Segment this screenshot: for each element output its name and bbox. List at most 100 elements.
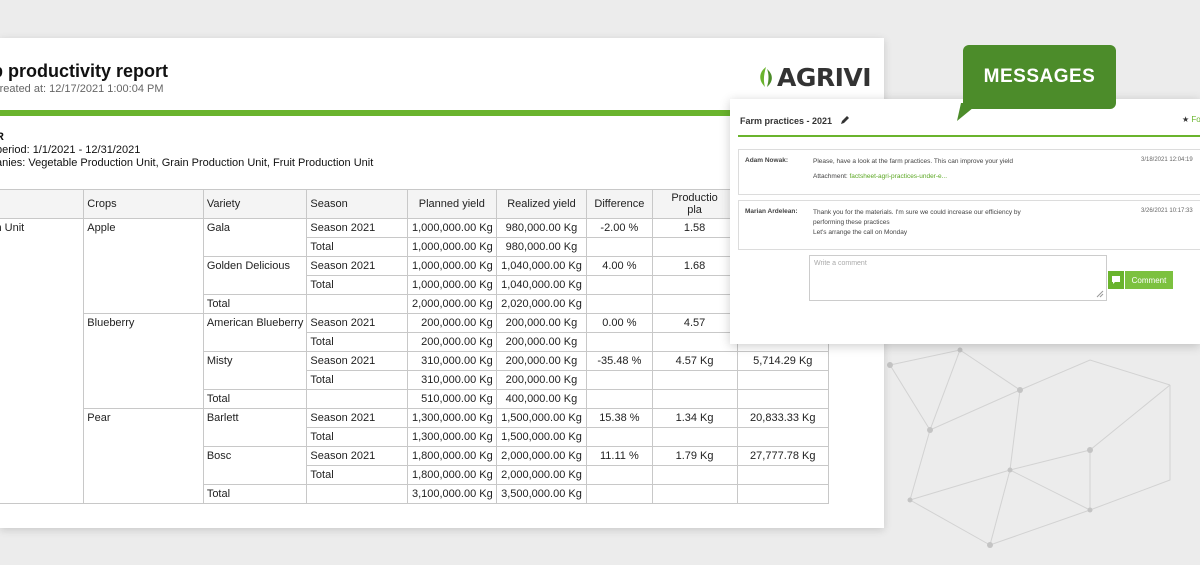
comment-input[interactable]: Write a comment	[809, 255, 1107, 301]
cell-crop-apple: Apple	[83, 218, 204, 314]
table-header-row: any Crops Variety Season Planned yield R…	[0, 189, 830, 219]
cell-productivity	[651, 237, 738, 257]
meta-line: R	[0, 131, 373, 144]
cell-season: Season 2021	[306, 408, 408, 428]
attachment-label: Attachment:	[813, 173, 848, 180]
network-pattern-decoration	[887, 347, 1171, 548]
cell-planned: 1,800,000.00 Kg	[406, 446, 497, 466]
pencil-icon[interactable]	[840, 115, 850, 125]
logo-text: AGRIVI	[777, 62, 872, 92]
cell-difference: 11.11 %	[586, 446, 653, 466]
table-row: Blueberry American Blueberry Season 2021…	[0, 313, 830, 409]
col-productivity-line2: pla	[687, 204, 702, 216]
cell-realized: 1,040,000.00 Kg	[495, 256, 588, 276]
cell-realized: 200,000.00 Kg	[495, 313, 588, 333]
cell-season: Season 2021	[306, 256, 408, 276]
cell-realized: 200,000.00 Kg	[495, 370, 588, 390]
attachment-link[interactable]: factsheet-agri-practices-under-e...	[850, 173, 948, 180]
cell-realized: 980,000.00 Kg	[495, 237, 588, 257]
messages-header-title: Farm practices - 2021	[740, 116, 833, 126]
follow-toggle[interactable]: ★ Fo	[1182, 115, 1200, 124]
cell-planned: 510,000.00 Kg	[406, 389, 497, 409]
productivity-table: any Crops Variety Season Planned yield R…	[0, 189, 830, 504]
cell-difference	[586, 332, 653, 352]
cell-season: Season 2021	[306, 313, 408, 333]
cell-season: Total	[306, 465, 408, 485]
cell-productivity: 1.79 Kg	[651, 446, 738, 466]
cell-planned: 1,000,000.00 Kg	[406, 237, 497, 257]
message-item: Adam Nowak: Please, have a look at the f…	[738, 149, 1200, 195]
cell-difference	[586, 370, 653, 390]
cell-difference: -35.48 %	[586, 351, 653, 371]
cell-planned: 1,800,000.00 Kg	[406, 465, 497, 485]
message-item: Marian Ardelean: Thank you for the mater…	[738, 200, 1200, 250]
cell-season	[306, 484, 408, 504]
cell-productivity: 4.57 Kg	[651, 351, 738, 371]
cell-season: Total	[306, 275, 408, 295]
cell-variety: American Blueberry	[202, 313, 308, 352]
cell-difference	[586, 237, 653, 257]
cell-crop-blueberry: Blueberry	[83, 313, 204, 409]
cell-realized: 980,000.00 Kg	[495, 218, 588, 238]
meta-period: period: 1/1/2021 - 12/31/2021	[0, 144, 141, 156]
cell-realized: 2,000,000.00 Kg	[495, 446, 588, 466]
table-row: Pear Barlett Season 2021 1,300,000.00 Kg…	[0, 408, 830, 504]
message-text-line: Let's arrange the call on Monday	[813, 229, 908, 236]
cell-season	[306, 389, 408, 409]
messages-panel: Farm practices - 2021 ★ Fo Adam Nowak: P…	[730, 99, 1200, 344]
message-timestamp: 3/26/2021 10:17:33	[1141, 208, 1193, 214]
cell-realized: 3,500,000.00 Kg	[495, 484, 588, 504]
cell-productivity: 1.34 Kg	[651, 408, 738, 428]
cell-productivity: 4.57	[651, 313, 738, 333]
cell-difference	[586, 484, 653, 504]
cell-variety-total: Total	[202, 484, 308, 504]
cell-difference	[586, 389, 653, 409]
chat-bubble-icon	[1108, 271, 1124, 289]
cell-variety: Barlett	[202, 408, 308, 447]
message-attachment: Attachment: factsheet-agri-practices-und…	[813, 173, 947, 180]
cell-crop-pear: Pear	[83, 408, 204, 504]
comment-placeholder: Write a comment	[814, 260, 867, 267]
cell-variety: Gala	[202, 218, 308, 257]
cell-productivity	[651, 389, 738, 409]
cell-difference	[586, 427, 653, 447]
messages-divider	[738, 135, 1200, 137]
cell-difference: -2.00 %	[586, 218, 653, 238]
message-text: Please, have a look at the farm practice…	[813, 158, 1014, 165]
col-crops: Crops	[83, 189, 204, 219]
messages-tag: MESSAGES	[957, 45, 1116, 121]
col-difference: Difference	[586, 189, 653, 219]
speech-tail-icon	[957, 103, 979, 121]
col-realized-yield: Realized yield	[495, 189, 588, 219]
messages-header: Farm practices - 2021	[740, 115, 850, 126]
cell-productivity	[651, 465, 738, 485]
cell-realized: 200,000.00 Kg	[495, 351, 588, 371]
cell-season: Total	[306, 237, 408, 257]
report-meta: R period: 1/1/2021 - 12/31/2021 anies: V…	[0, 131, 373, 170]
col-variety: Variety	[202, 189, 308, 219]
cell-productivity: 1.68	[651, 256, 738, 276]
cell-planned: 1,000,000.00 Kg	[406, 275, 497, 295]
report-title: p productivity report	[0, 61, 169, 81]
resize-grip-icon[interactable]	[1096, 290, 1104, 298]
meta-companies: anies: Vegetable Production Unit, Grain …	[0, 157, 374, 169]
cell-realized: 1,040,000.00 Kg	[495, 275, 588, 295]
cell-season: Total	[306, 427, 408, 447]
cell-planned: 200,000.00 Kg	[406, 313, 497, 333]
cell-extra	[736, 389, 830, 409]
follow-label: Fo	[1191, 115, 1200, 124]
cell-difference	[586, 275, 653, 295]
cell-difference	[586, 294, 653, 314]
agrivi-logo: AGRIVI	[757, 62, 872, 92]
cell-planned: 1,300,000.00 Kg	[406, 427, 497, 447]
cell-difference	[586, 465, 653, 485]
cell-productivity	[651, 294, 738, 314]
col-productivity: Productio pla	[651, 189, 738, 219]
comment-button[interactable]: Comment	[1108, 271, 1173, 289]
cell-extra: 27,777.78 Kg	[736, 446, 830, 466]
cell-extra: 5,714.29 Kg	[736, 351, 830, 371]
cell-planned: 1,000,000.00 Kg	[406, 256, 497, 276]
cell-planned: 310,000.00 Kg	[406, 351, 497, 371]
cell-variety: Golden Delicious	[202, 256, 308, 295]
cell-planned: 3,100,000.00 Kg	[406, 484, 497, 504]
